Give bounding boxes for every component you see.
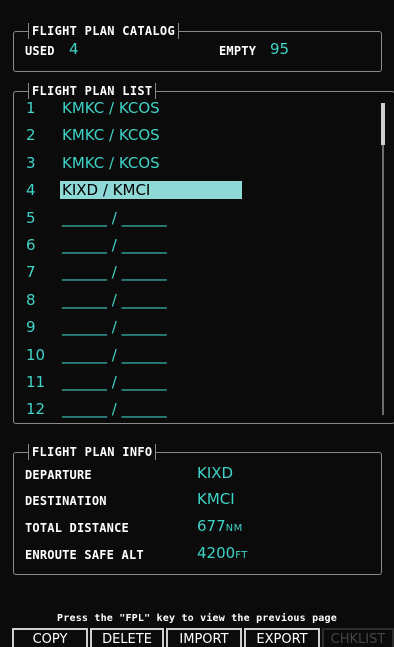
list-scrollbar[interactable] [381, 103, 385, 415]
row-number: 4 [26, 181, 36, 200]
softkey-export[interactable]: EXPORT [244, 628, 320, 647]
row-route: ______ / ______ [62, 236, 167, 254]
row-number: 9 [26, 318, 36, 337]
departure-value: KIXD [197, 464, 234, 482]
flight-plan-row[interactable]: 6 ______ / ______ [26, 235, 356, 255]
scroll-thumb[interactable] [381, 103, 385, 145]
destination-label: DESTINATION [25, 494, 107, 508]
empty-label: EMPTY [219, 44, 257, 58]
flight-plan-row[interactable]: 11 ______ / ______ [26, 372, 356, 392]
row-route: ______ / ______ [62, 373, 167, 391]
total-distance-value: 677NM [197, 517, 243, 535]
row-route: ______ / ______ [62, 263, 167, 282]
softkey-copy[interactable]: COPY [12, 628, 88, 647]
info-panel: FLIGHT PLAN INFO DEPARTURE KIXD DESTINAT… [13, 444, 382, 575]
row-number: 2 [26, 126, 36, 145]
row-number: 5 [26, 208, 36, 227]
used-value: 4 [69, 40, 79, 58]
row-route: ______ / ______ [62, 290, 167, 309]
flight-plan-row[interactable]: 7 ______ / ______ [26, 262, 356, 282]
scroll-track [382, 103, 384, 415]
flight-plan-row[interactable]: 8 ______ / ______ [26, 290, 356, 310]
fpl-catalog-page: FLIGHT PLAN CATALOG USED 4 EMPTY 95 FLIG… [0, 0, 394, 647]
catalog-panel: FLIGHT PLAN CATALOG USED 4 EMPTY 95 [13, 23, 382, 72]
empty-value: 95 [270, 40, 290, 58]
total-distance-number: 677 [197, 517, 226, 535]
enroute-safe-alt-value: 4200FT [197, 544, 248, 562]
enroute-safe-alt-label: ENROUTE SAFE ALT [25, 548, 144, 562]
enroute-safe-alt-unit: FT [235, 550, 248, 561]
row-number: 11 [26, 373, 46, 391]
row-route: ______ / ______ [62, 345, 167, 364]
row-number: 8 [26, 290, 36, 309]
row-number: 10 [26, 345, 46, 364]
used-label: USED [25, 44, 55, 58]
list-title: FLIGHT PLAN LIST [28, 83, 157, 99]
flight-plan-row[interactable]: 2 KMKC / KCOS [26, 125, 356, 145]
row-route: KMKC / KCOS [62, 126, 160, 145]
flight-plan-row[interactable]: 4 KIXD / KMCI [26, 180, 356, 200]
total-distance-label: TOTAL DISTANCE [25, 521, 129, 535]
enroute-safe-alt-number: 4200 [197, 544, 236, 562]
flight-plan-row[interactable]: 10 ______ / ______ [26, 345, 356, 365]
softkey-bar: COPY DELETE IMPORT EXPORT CHKLIST [0, 628, 394, 647]
destination-value: KMCI [197, 490, 235, 508]
softkey-chklist: CHKLIST [322, 628, 394, 647]
row-route: ______ / ______ [62, 208, 167, 227]
row-number: 6 [26, 236, 36, 254]
softkey-delete[interactable]: DELETE [90, 628, 164, 647]
row-number: 3 [26, 153, 36, 172]
softkey-import[interactable]: IMPORT [166, 628, 242, 647]
total-distance-unit: NM [225, 523, 243, 534]
flight-plan-row[interactable]: 9 ______ / ______ [26, 317, 356, 337]
catalog-title: FLIGHT PLAN CATALOG [28, 23, 179, 39]
row-route: ______ / ______ [62, 318, 167, 337]
info-title: FLIGHT PLAN INFO [28, 444, 157, 460]
flight-plan-row[interactable]: 1 KMKC / KCOS [26, 98, 356, 118]
row-route: KMKC / KCOS [62, 99, 160, 117]
row-route: ______ / ______ [62, 400, 167, 419]
row-number: 1 [26, 99, 36, 117]
footer-message: Press the "FPL" key to view the previous… [57, 613, 337, 624]
flight-plan-row[interactable]: 5 ______ / ______ [26, 208, 356, 228]
row-number: 7 [26, 263, 36, 282]
row-number: 12 [26, 400, 46, 419]
flight-plan-row[interactable]: 12 ______ / ______ [26, 399, 356, 419]
row-route: KIXD / KMCI [60, 181, 242, 200]
flight-plan-row[interactable]: 3 KMKC / KCOS [26, 153, 356, 173]
row-route: KMKC / KCOS [62, 153, 160, 172]
departure-label: DEPARTURE [25, 468, 92, 482]
